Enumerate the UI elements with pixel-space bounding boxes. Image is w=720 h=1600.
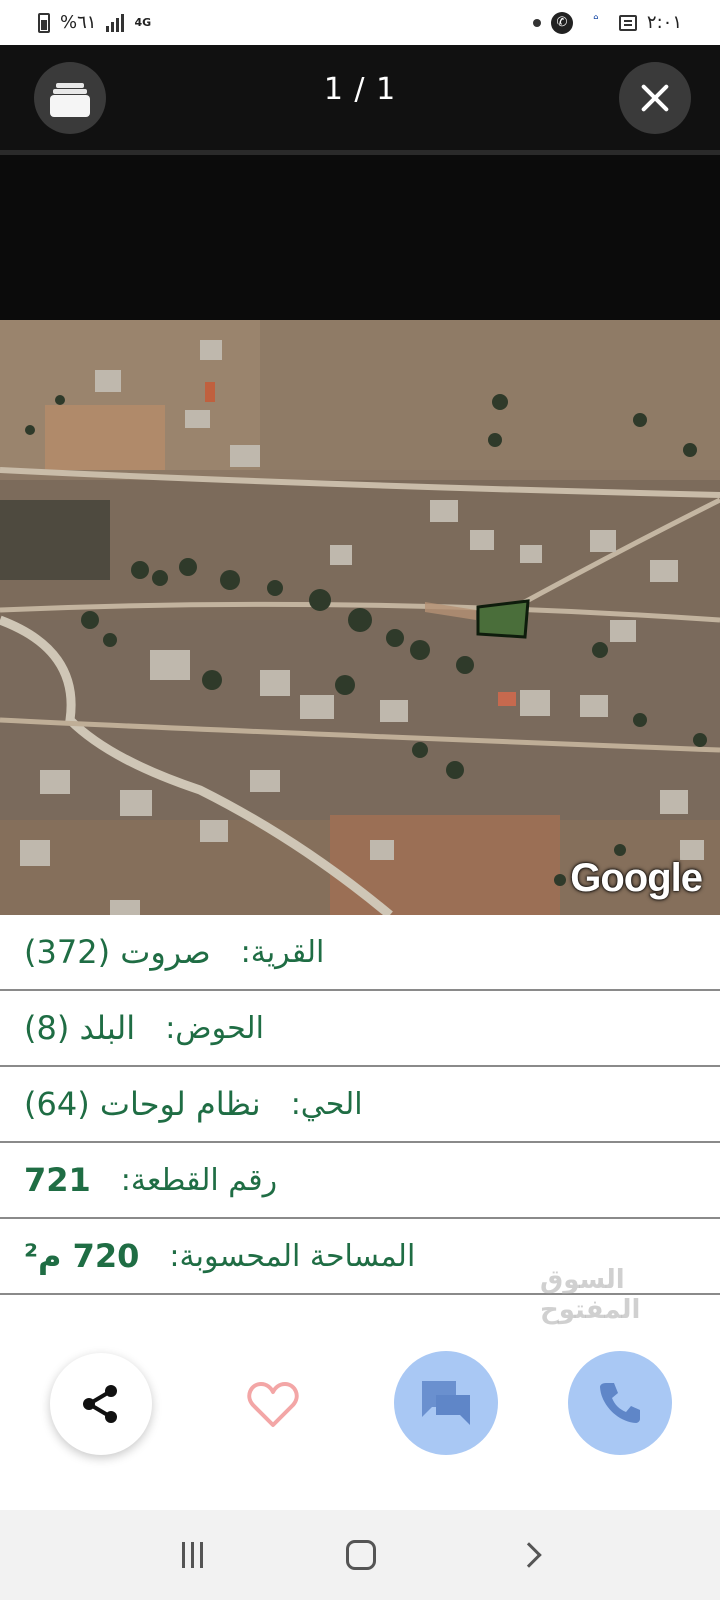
area-value: 720 م² [24, 1237, 140, 1275]
chat-icon [422, 1381, 470, 1425]
action-bar [0, 1345, 720, 1505]
message-icon [618, 14, 637, 31]
signal-icon [106, 13, 125, 32]
district-label: الحي: [290, 1086, 363, 1122]
clock: ٢:٠١ [646, 12, 682, 33]
page-counter: 1 / 1 [323, 72, 397, 107]
basin-label: الحوض: [165, 1010, 264, 1046]
satellite-map-drawing [0, 320, 720, 915]
parcel-details: القرية: صروت (372) الحوض: البلد (8) الحي… [0, 915, 720, 1300]
status-right: ✆ ⌂ ٢:٠١ [532, 11, 682, 34]
gallery-button[interactable] [34, 62, 106, 134]
network-type: 4G [134, 15, 152, 29]
gallery-icon [50, 81, 90, 117]
satellite-map-image[interactable]: Google [0, 320, 720, 915]
plot-value: 721 [24, 1161, 91, 1199]
back-icon[interactable] [516, 1542, 542, 1568]
district-value: نظام لوحات (64) [24, 1085, 261, 1123]
carrier-icon: ⌂ [593, 12, 599, 21]
battery-percent: %٦١ [60, 12, 97, 33]
recent-apps-icon[interactable] [181, 1542, 203, 1568]
close-icon [639, 82, 671, 114]
call-indicator-icon: ✆ [550, 11, 573, 34]
area-label: المساحة المحسوبة: [169, 1238, 416, 1274]
favorite-button[interactable] [240, 1375, 306, 1435]
viewer-background [0, 155, 720, 320]
village-value: صروت (372) [24, 933, 211, 971]
google-logo: Google [570, 856, 703, 900]
basin-row: الحوض: البلد (8) [0, 991, 720, 1067]
home-icon[interactable] [346, 1540, 377, 1570]
basin-value: البلد (8) [24, 1009, 136, 1047]
status-bar: %٦١ 4G ✆ ⌂ ٢:٠١ [0, 0, 720, 45]
status-left: %٦١ 4G [38, 12, 151, 33]
plot-row: رقم القطعة: 721 [0, 1143, 720, 1219]
system-nav-bar [0, 1510, 720, 1600]
share-icon [83, 1385, 117, 1423]
phone-icon [600, 1383, 640, 1423]
call-button[interactable] [568, 1351, 672, 1455]
close-button[interactable] [619, 62, 691, 134]
notification-dot-icon [532, 18, 541, 27]
village-row: القرية: صروت (372) [0, 915, 720, 991]
plot-label: رقم القطعة: [120, 1162, 278, 1198]
village-label: القرية: [240, 934, 325, 970]
watermark: السوق المفتوح [540, 1265, 641, 1325]
heart-icon [247, 1382, 299, 1427]
district-row: الحي: نظام لوحات (64) [0, 1067, 720, 1143]
battery-icon [38, 12, 50, 33]
share-button[interactable] [50, 1353, 152, 1455]
chat-button[interactable] [394, 1351, 498, 1455]
